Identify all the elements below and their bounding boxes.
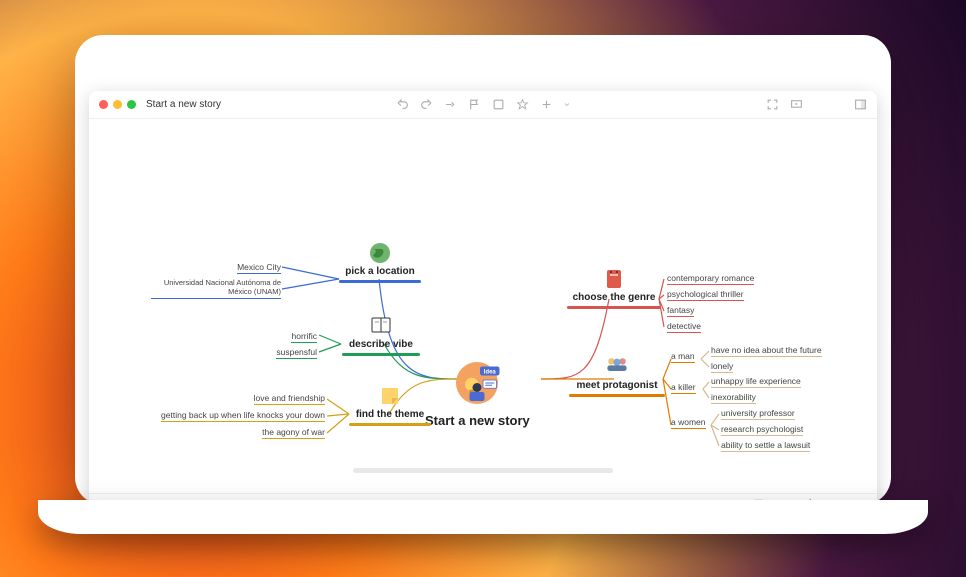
window-controls (99, 100, 136, 109)
topic-icon[interactable] (443, 98, 457, 112)
leaf-vibe-0[interactable]: horrific (291, 329, 317, 343)
mindmap-canvas[interactable]: Idea Start a new story (89, 119, 877, 493)
branch-vibe[interactable]: describe vibe (342, 314, 420, 356)
leaf-genre-0[interactable]: contemporary romance (667, 271, 754, 285)
leaf-man-0[interactable]: have no idea about the future (711, 343, 822, 357)
branch-location[interactable]: pick a location (339, 241, 421, 283)
central-topic[interactable]: Idea Start a new story (425, 353, 530, 428)
branch-genre[interactable]: choose the genre (567, 267, 661, 309)
titlebar: Start a new story (89, 91, 877, 119)
leaf-man-1[interactable]: lonely (711, 359, 733, 373)
group-women[interactable]: a women (671, 417, 706, 429)
laptop-base (38, 500, 928, 534)
leaf-location-0[interactable]: Mexico City (237, 260, 281, 274)
leaf-genre-3[interactable]: detective (667, 319, 701, 333)
chevron-down-icon[interactable] (563, 98, 571, 112)
minimize-window-button[interactable] (113, 100, 122, 109)
leaf-genre-1[interactable]: psychological thriller (667, 287, 744, 301)
format-panel-icon[interactable] (853, 98, 867, 112)
book-icon (369, 314, 393, 336)
connection-lines (89, 119, 877, 493)
close-window-button[interactable] (99, 100, 108, 109)
idea-icon: Idea (447, 353, 507, 407)
toolbar-right (765, 98, 867, 112)
laptop-frame: Start a new story (75, 35, 891, 505)
svg-text:Idea: Idea (484, 369, 497, 375)
add-icon[interactable] (539, 98, 553, 112)
leaf-theme-1[interactable]: getting back up when life knocks your do… (161, 408, 325, 422)
branch-location-label: pick a location (345, 266, 414, 279)
maximize-window-button[interactable] (127, 100, 136, 109)
star-icon[interactable] (515, 98, 529, 112)
present-icon[interactable] (789, 98, 803, 112)
redo-icon[interactable] (419, 98, 433, 112)
branch-protagonist-label: meet protagonist (576, 380, 657, 393)
leaf-theme-0[interactable]: love and friendship (254, 391, 325, 405)
leaf-vibe-1[interactable]: suspensful (276, 345, 317, 359)
globe-icon (368, 241, 392, 263)
fit-icon[interactable] (765, 98, 779, 112)
people-icon (605, 355, 629, 377)
leaf-theme-2[interactable]: the agony of war (262, 425, 325, 439)
branch-vibe-label: describe vibe (349, 339, 413, 352)
leaf-location-1[interactable]: Universidad Nacional Autónoma de México … (151, 276, 281, 299)
laptop-notch (408, 35, 558, 57)
window-title: Start a new story (146, 99, 221, 110)
central-title: Start a new story (425, 413, 530, 428)
note-icon[interactable] (491, 98, 505, 112)
flag-icon[interactable] (467, 98, 481, 112)
horizontal-scroll-indicator[interactable] (353, 468, 613, 473)
leaf-killer-0[interactable]: unhappy life experience (711, 374, 801, 388)
undo-icon[interactable] (395, 98, 409, 112)
leaf-women-0[interactable]: university professor (721, 406, 795, 420)
group-man[interactable]: a man (671, 351, 695, 363)
leaf-women-2[interactable]: ability to settle a lawsuit (721, 438, 810, 452)
branch-genre-label: choose the genre (573, 292, 656, 305)
sticky-note-icon (378, 384, 402, 406)
notebook-icon (602, 267, 626, 289)
leaf-women-1[interactable]: research psychologist (721, 422, 803, 436)
group-killer[interactable]: a killer (671, 382, 696, 394)
leaf-killer-1[interactable]: inexorability (711, 390, 756, 404)
leaf-genre-2[interactable]: fantasy (667, 303, 694, 317)
toolbar-center (395, 98, 571, 112)
branch-theme[interactable]: find the theme (349, 384, 431, 426)
branch-protagonist[interactable]: meet protagonist (569, 355, 665, 397)
app-window: Start a new story (89, 91, 877, 513)
branch-theme-label: find the theme (356, 409, 424, 422)
